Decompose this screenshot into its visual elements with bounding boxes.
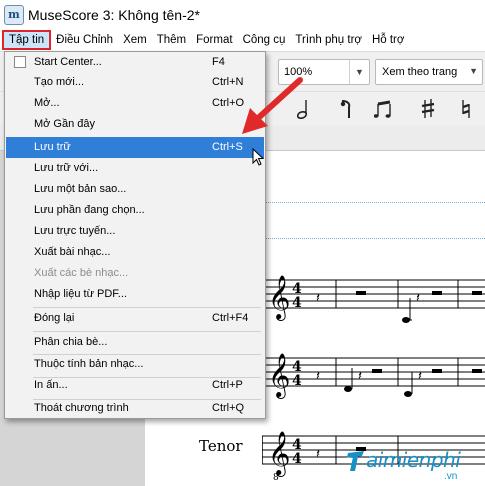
logo-text: aimienphi [366, 448, 461, 472]
menu-item-save-copy[interactable]: Lưu một bản sao... [6, 179, 264, 200]
view-mode-select[interactable]: Xem theo trang ▼ [375, 59, 483, 85]
red-arrow-annotation-icon [242, 77, 303, 134]
menu-add[interactable]: Thêm [152, 30, 191, 50]
chevron-down-icon[interactable]: ▼ [349, 60, 369, 84]
svg-text:𝄞: 𝄞 [268, 431, 290, 477]
menu-item-label: Lưu phần đang chọn... [34, 204, 145, 216]
menu-item-save[interactable]: Lưu trữ Ctrl+S [6, 137, 264, 158]
menu-item-new[interactable]: Tạo mới... Ctrl+N [6, 72, 264, 93]
mouse-cursor-icon [252, 148, 264, 166]
menu-item-shortcut: Ctrl+Q [212, 402, 245, 414]
menu-file[interactable]: Tập tin [2, 30, 52, 50]
menu-item-print[interactable]: In ấn... Ctrl+P [6, 375, 264, 396]
menu-tools[interactable]: Công cụ [238, 30, 291, 50]
menu-item-shortcut: F4 [212, 56, 225, 68]
view-mode-value: Xem theo trang [382, 66, 458, 78]
menu-item-open[interactable]: Mở... Ctrl+O [6, 93, 264, 114]
svg-text:𝄽: 𝄽 [316, 447, 320, 462]
menu-edit[interactable]: Điều Chỉnh [51, 30, 118, 50]
menu-item-score-properties[interactable]: Thuộc tính bản nhạc... [6, 354, 264, 375]
menu-item-shortcut: Ctrl+P [212, 379, 243, 391]
svg-text:𝄽: 𝄽 [358, 369, 362, 384]
menu-item-label: Lưu trực tuyến... [34, 225, 116, 237]
menu-help[interactable]: Hỗ trợ [367, 30, 409, 50]
menu-item-save-selection[interactable]: Lưu phần đang chọn... [6, 200, 264, 221]
menu-item-shortcut: Ctrl+S [212, 141, 243, 153]
menu-item-label: In ấn... [34, 379, 68, 391]
frame-border [262, 202, 485, 203]
menu-item-quit[interactable]: Thoát chương trình Ctrl+Q [6, 398, 264, 419]
svg-text:4: 4 [292, 451, 302, 467]
musescore-app-icon: m [4, 4, 24, 25]
file-menu-dropdown: Start Center... F4 Tạo mới... Ctrl+N Mở.… [4, 51, 266, 419]
menu-item-export[interactable]: Xuất bài nhạc... [6, 242, 264, 263]
menu-item-label: Xuất bài nhạc... [34, 246, 111, 258]
menu-item-label: Thuộc tính bản nhạc... [34, 358, 144, 370]
menu-item-label: Phân chia bè... [34, 336, 108, 348]
window-title: MuseScore 3: Không tên-2* [28, 6, 200, 23]
natural-icon[interactable] [454, 97, 478, 121]
menu-item-label: Lưu trữ với... [34, 162, 99, 174]
menu-item-label: Lưu trữ [34, 141, 71, 153]
menu-item-label: Đóng lại [34, 312, 75, 324]
svg-text:𝄽: 𝄽 [416, 291, 420, 306]
chevron-down-icon: ▼ [469, 66, 478, 76]
svg-text:𝄽: 𝄽 [316, 369, 320, 384]
menu-item-label: Mở Gần đây [34, 118, 96, 130]
menu-item-label: Thoát chương trình [34, 402, 129, 414]
title-bar: m MuseScore 3: Không tên-2* [0, 0, 485, 29]
menu-view[interactable]: Xem [118, 30, 152, 50]
menu-item-label: Nhập liệu từ PDF... [34, 288, 127, 300]
menu-item-label: Start Center... [34, 56, 102, 68]
menu-bar: Tập tin Điều Chỉnh Xem Thêm Format Công … [0, 29, 485, 51]
menu-item-import-pdf[interactable]: Nhập liệu từ PDF... [6, 284, 264, 305]
svg-text:𝄽: 𝄽 [418, 369, 422, 384]
svg-text:4: 4 [292, 373, 302, 389]
menu-format[interactable]: Format [191, 30, 237, 50]
menu-item-export-parts: Xuất các bè nhạc... [6, 263, 264, 284]
rest-icon[interactable] [334, 97, 358, 121]
svg-text:𝄞: 𝄞 [268, 353, 290, 399]
menu-item-close[interactable]: Đóng lại Ctrl+F4 [6, 308, 264, 329]
sharp-icon[interactable] [416, 97, 440, 121]
menu-item-label: Mở... [34, 97, 60, 109]
menu-item-shortcut: Ctrl+F4 [212, 312, 249, 324]
menu-item-start-center[interactable]: Start Center... F4 [6, 52, 264, 73]
menu-plugins[interactable]: Trình phụ trợ [290, 30, 367, 50]
menu-item-save-as[interactable]: Lưu trữ với... [6, 158, 264, 179]
svg-text:4: 4 [292, 295, 302, 311]
checkbox-icon [14, 56, 26, 68]
staff-label-tenor: Tenor [199, 437, 243, 455]
app-icon-glyph: m [8, 8, 20, 21]
menu-item-label: Tạo mới... [34, 76, 84, 88]
menu-item-save-online[interactable]: Lưu trực tuyến... [6, 221, 264, 242]
logo-t-icon [347, 451, 364, 471]
taimienphi-logo: aimienphi .vn [344, 446, 484, 484]
menu-item-parts[interactable]: Phân chia bè... [6, 332, 264, 353]
svg-text:𝄞: 𝄞 [268, 275, 290, 321]
svg-text:8: 8 [273, 473, 279, 483]
menu-item-label: Xuất các bè nhạc... [34, 267, 129, 279]
menu-item-open-recent[interactable]: Mở Gần đây [6, 114, 264, 135]
svg-text:𝄽: 𝄽 [316, 291, 320, 306]
tie-icon[interactable] [372, 97, 398, 121]
frame-border [262, 238, 485, 239]
menu-item-label: Lưu một bản sao... [34, 183, 127, 195]
logo-suffix: .vn [444, 471, 458, 482]
